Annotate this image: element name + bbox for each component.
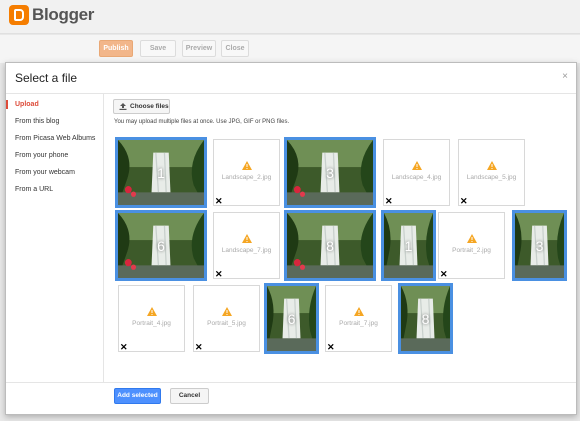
remove-file-icon[interactable]: ✕ bbox=[215, 197, 223, 206]
file-name: Landscape_2.jpg bbox=[221, 174, 272, 181]
dialog-close-icon[interactable]: × bbox=[562, 71, 568, 82]
sidebar-item-from-webcam[interactable]: From your webcam bbox=[6, 168, 103, 177]
warning-icon bbox=[241, 234, 252, 243]
dialog-header-divider bbox=[6, 93, 576, 94]
file-tile-selected-landscape[interactable]: 3 bbox=[284, 137, 376, 208]
file-name: Landscape_4.jpg bbox=[391, 174, 442, 181]
sidebar-item-from-url[interactable]: From a URL bbox=[6, 185, 103, 194]
warning-icon bbox=[486, 161, 497, 170]
warning-icon bbox=[353, 307, 364, 316]
file-tile-missing[interactable]: Portrait_4.jpg ✕ bbox=[118, 285, 185, 352]
remove-file-icon[interactable]: ✕ bbox=[120, 343, 128, 352]
sidebar-item-from-phone[interactable]: From your phone bbox=[6, 151, 103, 160]
warning-icon bbox=[411, 161, 422, 170]
file-tile-selected-portrait[interactable]: 6 bbox=[264, 283, 319, 354]
file-name: Portrait_5.jpg bbox=[207, 320, 246, 327]
remove-file-icon[interactable]: ✕ bbox=[440, 270, 448, 279]
file-tile-selected-portrait[interactable]: 3 bbox=[512, 210, 567, 281]
warning-icon bbox=[241, 161, 252, 170]
file-tile-missing[interactable]: Portrait_7.jpg ✕ bbox=[325, 285, 392, 352]
sidebar-item-from-this-blog[interactable]: From this blog bbox=[6, 117, 103, 126]
source-sidebar: Upload From this blog From Picasa Web Al… bbox=[6, 100, 103, 202]
dialog-title: Select a file bbox=[15, 71, 78, 85]
remove-file-icon[interactable]: ✕ bbox=[215, 270, 223, 279]
remove-file-icon[interactable]: ✕ bbox=[385, 197, 393, 206]
file-tile-selected-landscape[interactable]: 6 bbox=[115, 210, 207, 281]
dialog-footer-divider bbox=[6, 382, 576, 383]
sidebar-item-from-picasa[interactable]: From Picasa Web Albums bbox=[6, 134, 103, 143]
save-button[interactable]: Save bbox=[140, 40, 176, 57]
file-tile-selected-portrait[interactable]: 1 bbox=[381, 210, 436, 281]
blogger-logo-text: Blogger bbox=[32, 5, 95, 24]
remove-file-icon[interactable]: ✕ bbox=[195, 343, 203, 352]
file-tile-missing[interactable]: Landscape_4.jpg ✕ bbox=[383, 139, 450, 206]
publish-button[interactable]: Publish bbox=[99, 40, 133, 57]
file-name: Landscape_5.jpg bbox=[466, 174, 517, 181]
remove-file-icon[interactable]: ✕ bbox=[460, 197, 468, 206]
add-selected-button[interactable]: Add selected bbox=[114, 388, 161, 404]
warning-icon bbox=[146, 307, 157, 316]
sidebar-item-upload[interactable]: Upload bbox=[6, 100, 103, 109]
file-name: Portrait_2.jpg bbox=[452, 247, 491, 254]
choose-files-button[interactable]: Choose files bbox=[113, 99, 170, 114]
blogger-logo-icon bbox=[9, 5, 29, 25]
blogger-header: Blogger bbox=[0, 0, 580, 34]
file-tile-missing[interactable]: Landscape_7.jpg ✕ bbox=[213, 212, 280, 279]
remove-file-icon[interactable]: ✕ bbox=[327, 343, 335, 352]
file-tile-selected-portrait[interactable]: 8 bbox=[398, 283, 453, 354]
file-tile-missing[interactable]: Landscape_2.jpg ✕ bbox=[213, 139, 280, 206]
file-grid: 1 Landscape_2.jpg ✕ 3 Landscape_4.jpg ✕ Lands… bbox=[104, 133, 576, 378]
warning-icon bbox=[221, 307, 232, 316]
preview-button[interactable]: Preview bbox=[182, 40, 216, 57]
warning-icon bbox=[466, 234, 477, 243]
file-tile-missing[interactable]: Portrait_5.jpg ✕ bbox=[193, 285, 260, 352]
file-tile-selected-landscape[interactable]: 8 bbox=[284, 210, 376, 281]
file-name: Portrait_4.jpg bbox=[132, 320, 171, 327]
file-tile-selected-landscape[interactable]: 1 bbox=[115, 137, 207, 208]
file-name: Portrait_7.jpg bbox=[339, 320, 378, 327]
post-toolbar: Publish Save Preview Close bbox=[0, 35, 580, 63]
upload-icon bbox=[119, 103, 127, 110]
cancel-button[interactable]: Cancel bbox=[170, 388, 209, 404]
upload-hint-text: You may upload multiple files at once. U… bbox=[114, 119, 290, 125]
file-name: Landscape_7.jpg bbox=[221, 247, 272, 254]
file-tile-missing[interactable]: Landscape_5.jpg ✕ bbox=[458, 139, 525, 206]
file-tile-missing[interactable]: Portrait_2.jpg ✕ bbox=[438, 212, 505, 279]
select-file-dialog: Select a file × Upload From this blog Fr… bbox=[5, 62, 577, 415]
choose-files-label: Choose files bbox=[130, 103, 169, 110]
close-button[interactable]: Close bbox=[221, 40, 249, 57]
